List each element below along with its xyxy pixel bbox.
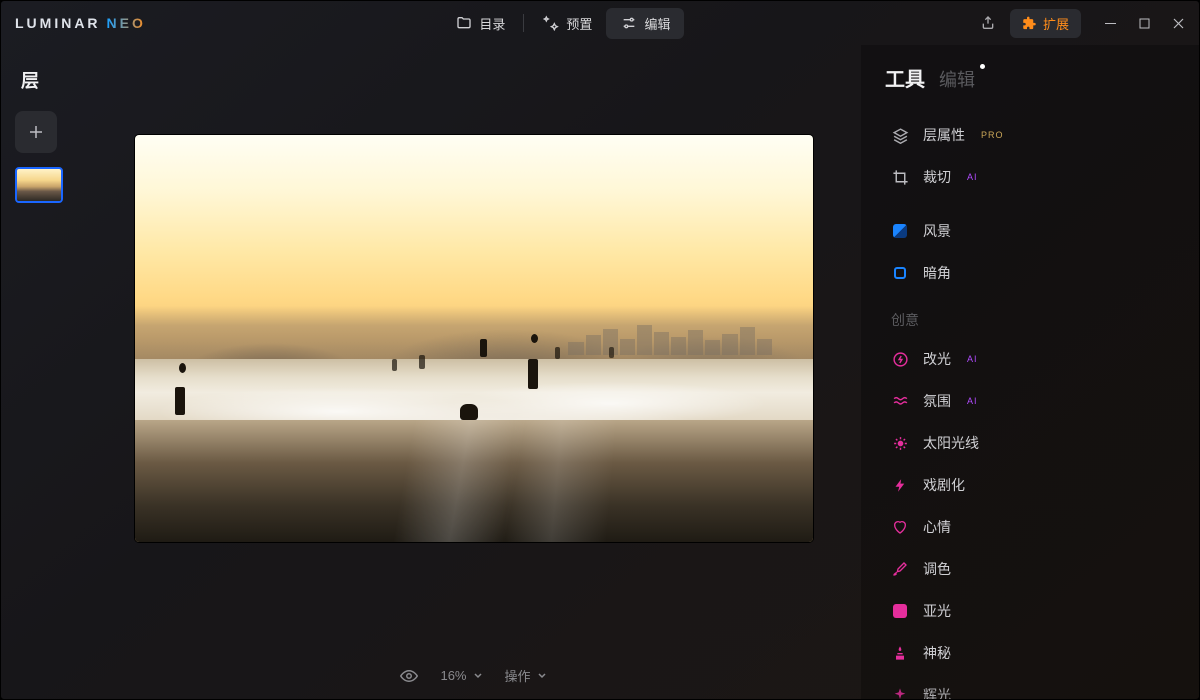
tool-label: 氛围 (923, 391, 951, 411)
bolt-icon (891, 476, 909, 494)
app-logo: LUMINAR NEO (15, 15, 146, 31)
heart-icon (891, 518, 909, 536)
nav-presets[interactable]: 预置 (528, 8, 606, 39)
app-window: LUMINAR NEO 目录 预置 编辑 (0, 0, 1200, 700)
layers-panel: 层 (1, 45, 86, 699)
tool-landscape[interactable]: 风景 (885, 210, 1175, 252)
canvas-bottom-bar: 16% 操作 (86, 666, 861, 685)
brush-icon (891, 560, 909, 578)
tool-label: 风景 (923, 221, 951, 241)
nav-divider (523, 14, 524, 32)
sparkle-icon (891, 686, 909, 699)
minimize-button[interactable] (1105, 18, 1117, 29)
tool-label: 改光 (923, 349, 951, 369)
tools-panel: 工具 编辑 层属性 PRO 裁切 (861, 45, 1199, 699)
crop-icon (891, 168, 909, 186)
square-icon (891, 602, 909, 620)
waves-icon (891, 392, 909, 410)
tab-edits-label: 编辑 (939, 70, 975, 90)
tool-label: 神秘 (923, 643, 951, 663)
actions-dropdown[interactable]: 操作 (505, 666, 547, 685)
canvas-area: 16% 操作 (86, 45, 861, 699)
tool-relight[interactable]: 改光 AI (885, 338, 1175, 380)
layers-title: 层 (21, 67, 39, 93)
tool-label: 戏剧化 (923, 475, 965, 495)
tools-list: 层属性 PRO 裁切 AI 风景 (885, 114, 1175, 699)
tool-label: 层属性 (923, 125, 965, 145)
compare-toggle[interactable] (400, 667, 418, 685)
tool-crop[interactable]: 裁切 AI (885, 156, 1175, 198)
extensions-button[interactable]: 扩展 (1010, 9, 1081, 38)
ai-badge: AI (967, 396, 978, 406)
image-canvas[interactable] (135, 135, 813, 542)
tool-mystical[interactable]: 神秘 (885, 632, 1175, 674)
tab-edits[interactable]: 编辑 (939, 66, 975, 92)
title-right: 扩展 (980, 9, 1185, 38)
tool-matte[interactable]: 亚光 (885, 590, 1175, 632)
landscape-icon (891, 222, 909, 240)
ai-badge: AI (967, 354, 978, 364)
add-layer-button[interactable] (15, 111, 57, 153)
tool-label: 亚光 (923, 601, 951, 621)
tool-label: 心情 (923, 517, 951, 537)
layer-thumbnail[interactable] (15, 167, 63, 203)
title-bar: LUMINAR NEO 目录 预置 编辑 (1, 1, 1199, 45)
tool-label: 太阳光线 (923, 433, 979, 453)
tool-mood[interactable]: 心情 (885, 506, 1175, 548)
tool-label: 暗角 (923, 263, 951, 283)
window-controls (1105, 18, 1185, 29)
logo-text-b: NEO (107, 15, 146, 31)
nav-edit[interactable]: 编辑 (606, 8, 684, 39)
photo-content (135, 135, 813, 542)
logo-text-a: LUMINAR (15, 15, 101, 31)
sliders-icon (620, 14, 638, 32)
close-button[interactable] (1173, 18, 1185, 29)
tool-toning[interactable]: 调色 (885, 548, 1175, 590)
tool-sunrays[interactable]: 太阳光线 (885, 422, 1175, 464)
puzzle-icon (1022, 16, 1037, 31)
nav-edit-label: 编辑 (644, 14, 670, 33)
share-button[interactable] (980, 15, 996, 31)
sun-icon (891, 434, 909, 452)
nav-segments: 目录 预置 编辑 (154, 8, 972, 39)
extensions-label: 扩展 (1043, 14, 1069, 33)
nav-catalog-label: 目录 (479, 14, 505, 33)
sparkle-icon (542, 14, 560, 32)
right-tabs: 工具 编辑 (885, 63, 1175, 92)
actions-label: 操作 (505, 666, 531, 685)
tool-atmosphere[interactable]: 氛围 AI (885, 380, 1175, 422)
pro-badge: PRO (981, 130, 1004, 140)
tool-label: 裁切 (923, 167, 951, 187)
folder-icon (455, 14, 473, 32)
tab-tools[interactable]: 工具 (885, 63, 925, 92)
tool-layer-properties[interactable]: 层属性 PRO (885, 114, 1175, 156)
nav-catalog[interactable]: 目录 (441, 8, 519, 39)
layers-icon (891, 126, 909, 144)
tool-label: 调色 (923, 559, 951, 579)
tool-glow[interactable]: 辉光 (885, 674, 1175, 699)
tool-label: 辉光 (923, 685, 951, 699)
main-area: 层 (1, 45, 1199, 699)
flash-circle-icon (891, 350, 909, 368)
zoom-value: 16% (440, 668, 466, 683)
thumbnail-image (17, 169, 61, 201)
vignette-icon (891, 264, 909, 282)
ai-badge: AI (967, 172, 978, 182)
tool-vignette[interactable]: 暗角 (885, 252, 1175, 294)
zoom-dropdown[interactable]: 16% (440, 668, 482, 683)
nav-presets-label: 预置 (566, 14, 592, 33)
section-creative: 创意 (885, 294, 1175, 338)
maximize-button[interactable] (1139, 18, 1151, 29)
edits-indicator-dot (980, 64, 985, 69)
candle-icon (891, 644, 909, 662)
tool-dramatic[interactable]: 戏剧化 (885, 464, 1175, 506)
